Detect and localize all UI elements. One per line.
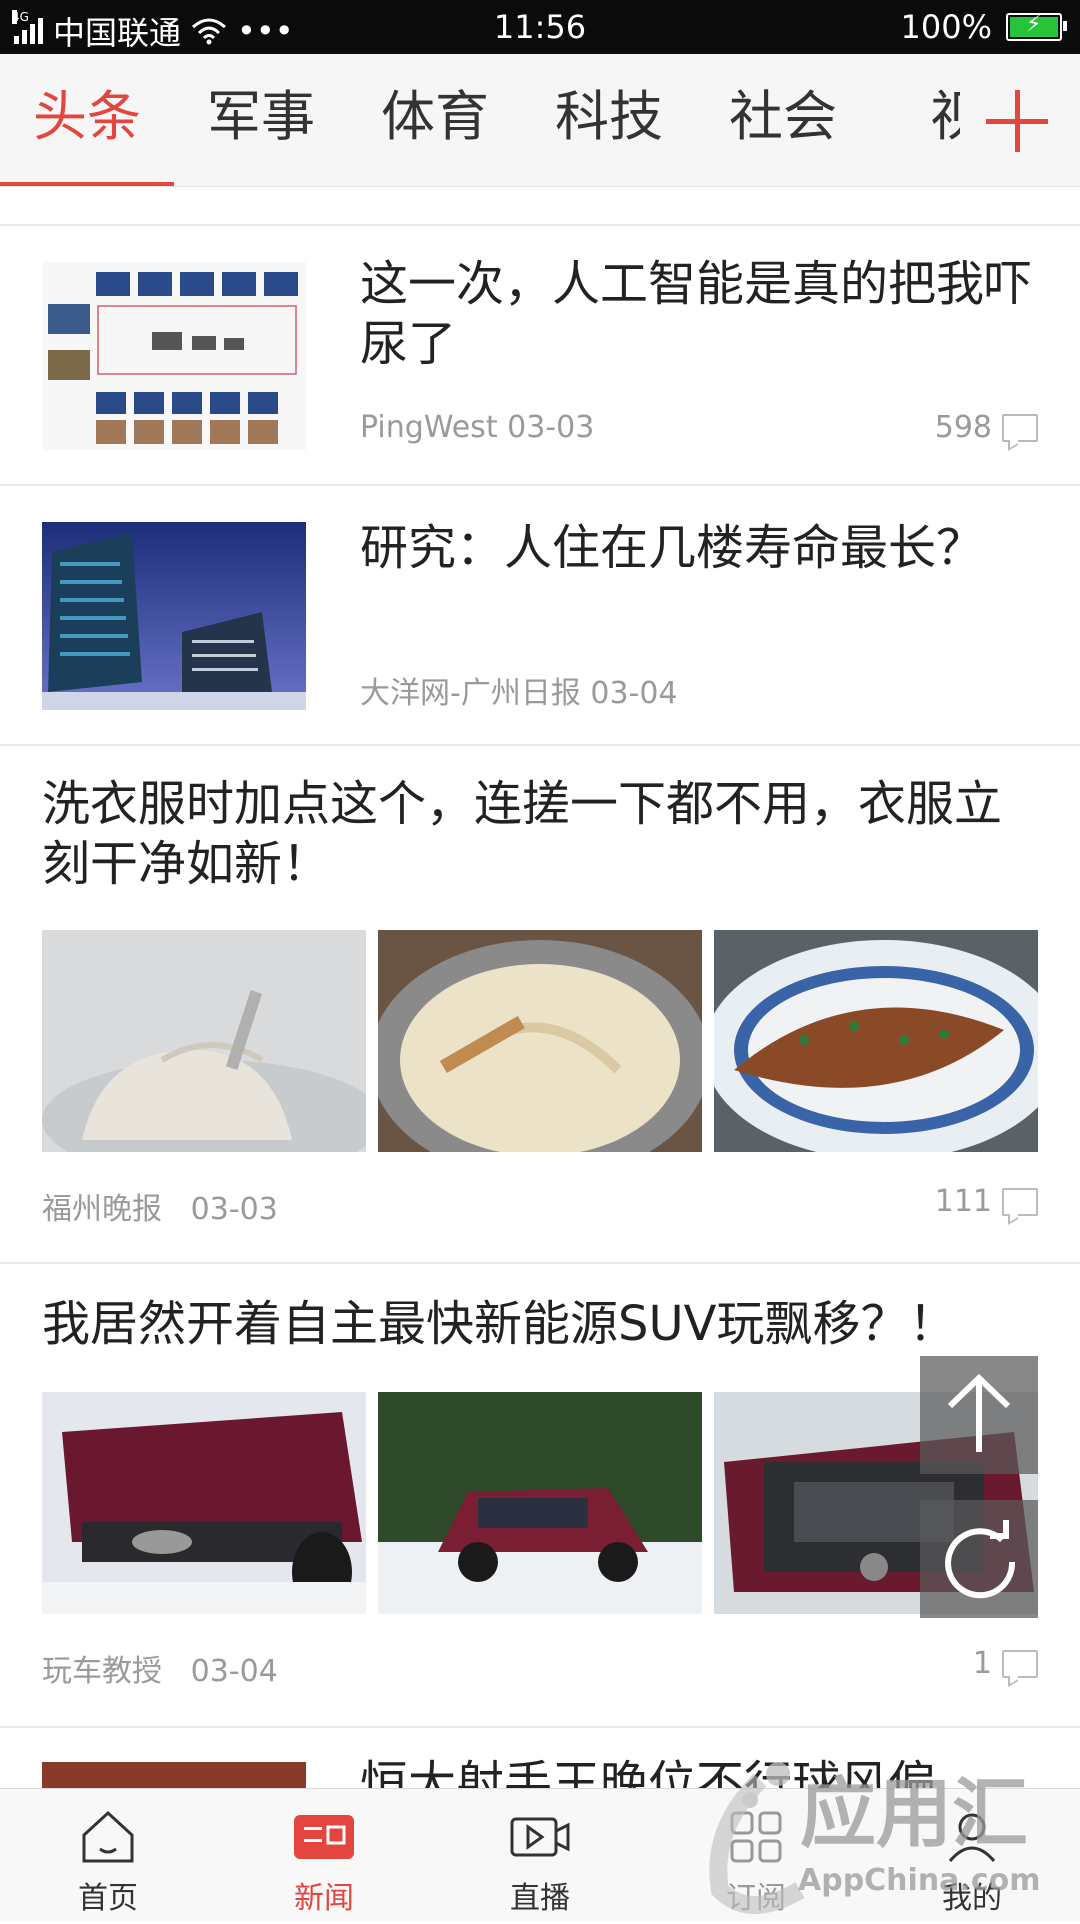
article-title: 这一次，人工智能是真的把我吓尿了 [360, 256, 1033, 372]
article-meta: 大洋网-广州日报 03-04 [360, 668, 678, 712]
article-image [378, 930, 702, 1152]
article-date: 03-04 [590, 676, 678, 711]
comment-count-value: 598 [934, 410, 992, 445]
home-icon [82, 1810, 134, 1863]
tab-society[interactable]: 社会 [696, 54, 870, 186]
article-source: PingWest [360, 410, 498, 445]
battery-icon: ⚡ [1006, 12, 1067, 41]
article-thumbnail [42, 262, 306, 450]
nav-live[interactable]: 直播 [432, 1789, 648, 1921]
article-thumbnail [42, 1762, 306, 1788]
tab-tech[interactable]: 科技 [522, 54, 696, 186]
comment-icon [1002, 1187, 1038, 1216]
article-item[interactable]: 研究：人住在几楼寿命最长？ 大洋网-广州日报 03-04 [0, 486, 1080, 744]
article-item[interactable]: 这一次，人工智能是真的把我吓尿了 PingWest 03-03 598 [0, 226, 1080, 484]
tab-sports[interactable]: 体育 [348, 54, 522, 186]
category-tabs: 头条 军事 体育 科技 社会 视 [0, 54, 960, 186]
nav-home-label: 首页 [78, 1881, 138, 1916]
nav-news-label: 新闻 [294, 1881, 354, 1916]
article-image [42, 1392, 366, 1614]
add-channel-plus-icon[interactable] [986, 90, 1048, 152]
nav-live-label: 直播 [510, 1881, 570, 1916]
article-thumbnail [42, 522, 306, 710]
comment-count: 598 [935, 410, 1038, 445]
comment-icon [1002, 413, 1038, 442]
article-image [42, 930, 366, 1152]
article-meta: 福州晚报 03-03 [42, 1184, 278, 1228]
refresh-icon [945, 1520, 1016, 1599]
watermark-cn: 应用汇 [800, 1769, 1028, 1858]
article-source: 玩车教授 [42, 1654, 162, 1689]
article-image [714, 930, 1038, 1152]
tab-headlines[interactable]: 头条 [0, 54, 174, 186]
article-meta: PingWest 03-03 [360, 410, 594, 445]
article-source: 大洋网-广州日报 [360, 676, 581, 711]
arrow-up-icon [947, 1373, 1011, 1452]
comment-icon [1002, 1649, 1038, 1678]
article-title: 洗衣服时加点这个，连搓一下都不用，衣服立刻干净如新！ [42, 776, 1003, 892]
comment-count: 1 [973, 1646, 1038, 1681]
video-play-icon [510, 1817, 570, 1857]
category-tab-bar: 头条 军事 体育 科技 社会 视 [0, 54, 1080, 187]
scroll-to-top-button[interactable] [920, 1356, 1038, 1474]
tab-video[interactable]: 视 [870, 54, 960, 186]
article-item[interactable]: 洗衣服时加点这个，连搓一下都不用，衣服立刻干净如新！ 福州晚报 03-03 11… [0, 746, 1080, 1262]
comment-count-value: 1 [972, 1646, 992, 1681]
article-title: 研究：人住在几楼寿命最长？ [360, 520, 985, 576]
status-right: 100% ⚡ [900, 8, 1067, 46]
article-title: 我居然开着自主最快新能源SUV玩飘移？！ [42, 1296, 957, 1352]
article-source: 福州晚报 [42, 1192, 162, 1227]
status-bar: 4G 中国联通 ••• 11:56 100% ⚡ [0, 0, 1080, 54]
nav-home[interactable]: 首页 [0, 1789, 216, 1921]
battery-percent: 100% [900, 8, 992, 46]
article-date: 03-03 [507, 410, 595, 445]
watermark-en: AppChina.com [798, 1863, 1040, 1898]
active-tab-indicator [0, 182, 174, 186]
tab-military[interactable]: 军事 [174, 54, 348, 186]
comment-count: 111 [935, 1184, 1038, 1219]
article-meta: 玩车教授 03-04 [42, 1646, 278, 1690]
nav-news[interactable]: 新闻 [216, 1789, 432, 1921]
appchina-watermark: 应用汇 AppChina.com [650, 1750, 1070, 1920]
article-image [378, 1392, 702, 1614]
refresh-button[interactable] [920, 1500, 1038, 1618]
article-date: 03-04 [190, 1654, 278, 1689]
article-date: 03-03 [190, 1192, 278, 1227]
article-item[interactable]: 我居然开着自主最快新能源SUV玩飘移？！ 玩车教授 03-04 1 [0, 1264, 1080, 1726]
news-icon [294, 1815, 354, 1859]
comment-count-value: 111 [934, 1184, 992, 1219]
